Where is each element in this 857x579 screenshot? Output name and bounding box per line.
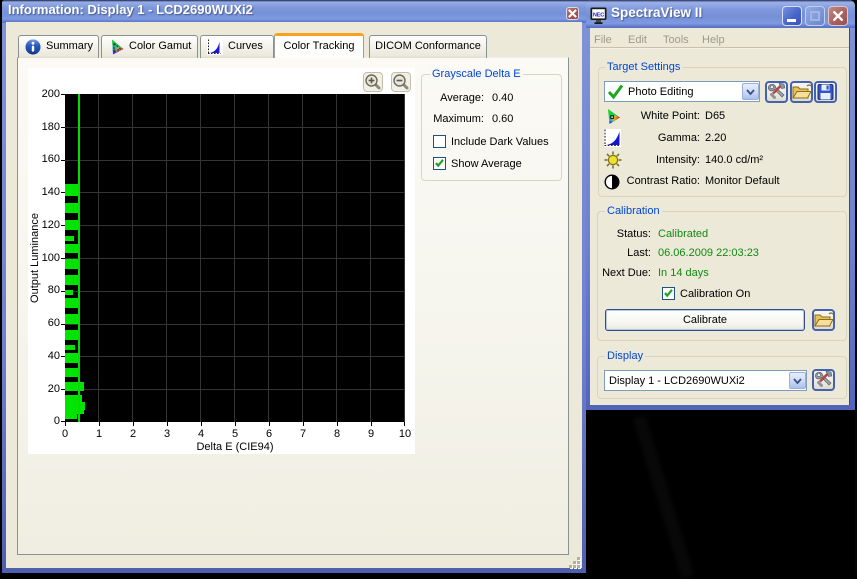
svg-text:NEC: NEC — [593, 12, 604, 18]
